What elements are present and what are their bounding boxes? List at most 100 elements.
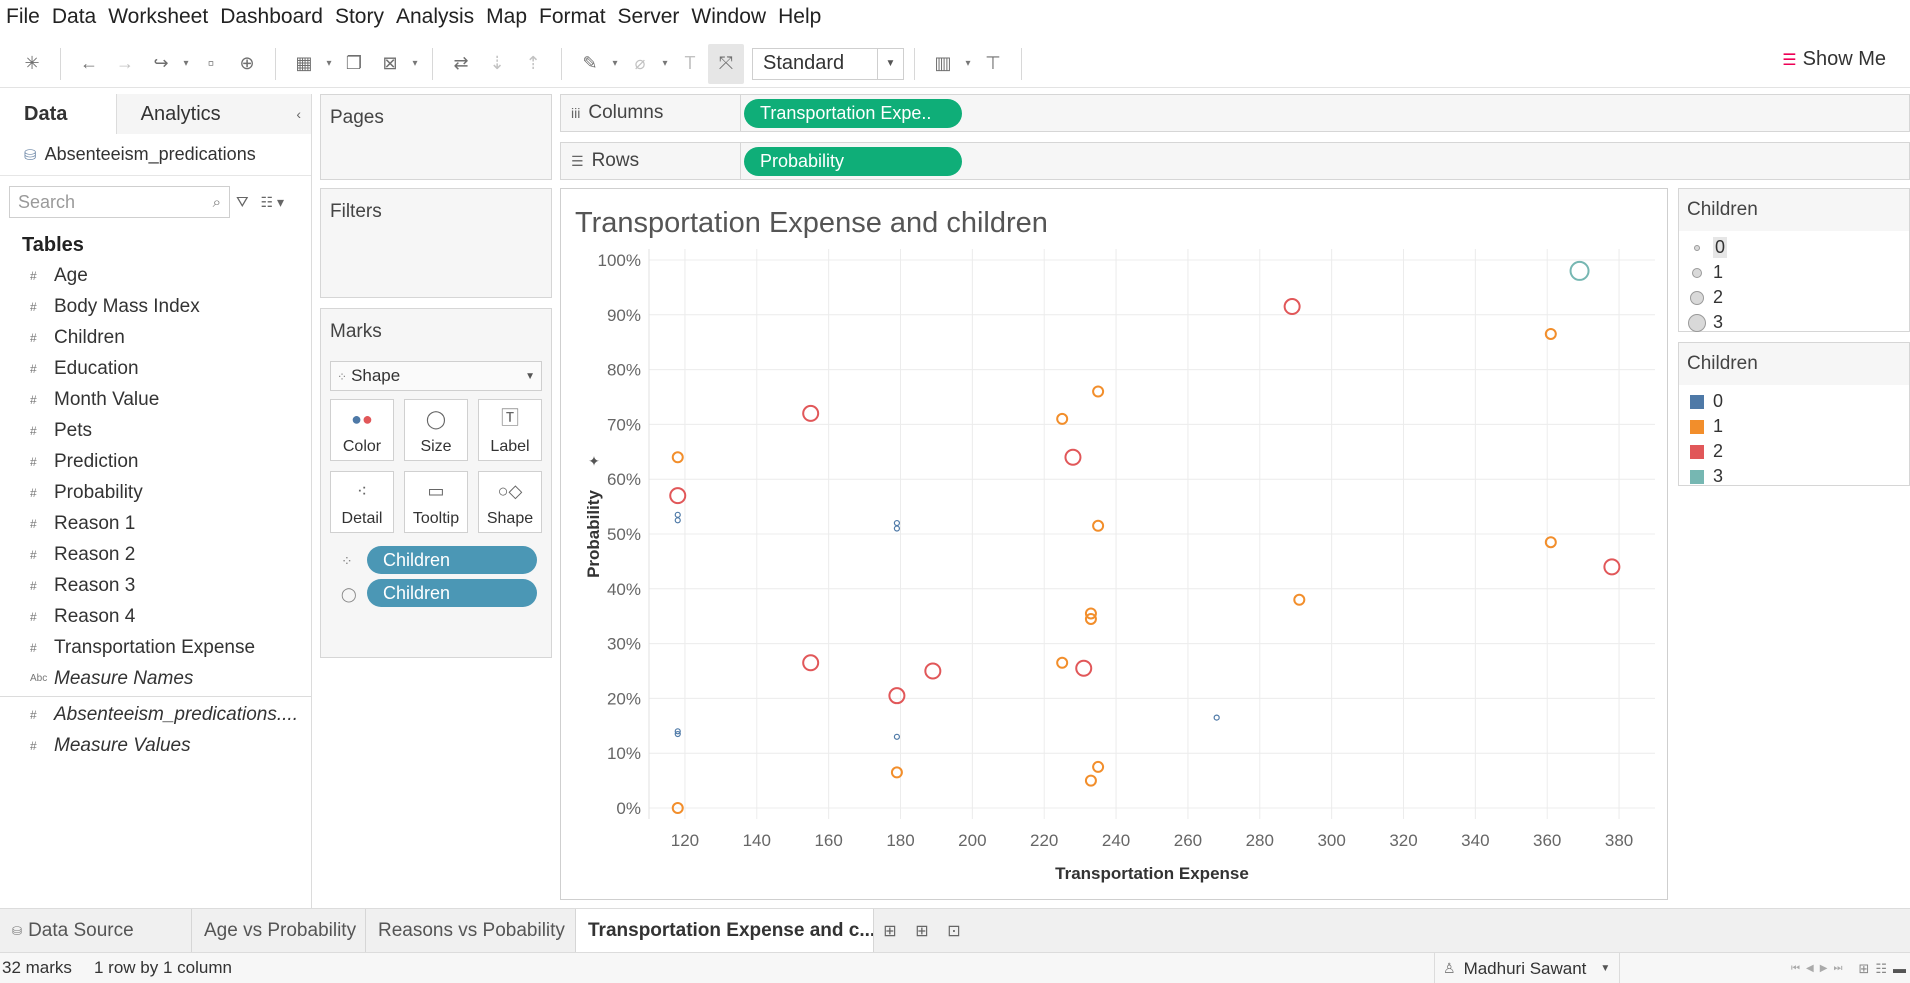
clear-sheet-icon[interactable]: ⊠ xyxy=(372,44,408,84)
field-item[interactable]: # Children xyxy=(0,322,311,353)
tab-analytics[interactable]: Analytics ‹ xyxy=(116,94,311,134)
datasource-item[interactable]: ⛁ Absenteeism_predications xyxy=(0,134,311,176)
prev-sheet-icon[interactable]: ◀ xyxy=(1806,963,1814,974)
field-item[interactable]: # Body Mass Index xyxy=(0,291,311,322)
swap-rows-columns-icon[interactable]: ⇄ xyxy=(443,44,479,84)
show-mark-labels-icon[interactable]: T xyxy=(672,44,708,84)
menu-worksheet[interactable]: Worksheet xyxy=(102,0,214,34)
scatter-point[interactable] xyxy=(1064,448,1082,466)
tooltip-button[interactable]: ▭ Tooltip xyxy=(404,471,468,533)
presentation-mode-icon[interactable]: ⊤ xyxy=(975,44,1011,84)
scatter-point[interactable] xyxy=(1092,760,1105,773)
redo-icon[interactable]: → xyxy=(107,44,143,84)
shape-button[interactable]: ○◇ Shape xyxy=(478,471,542,533)
menu-file[interactable]: File xyxy=(0,0,46,34)
field-item[interactable]: # Reason 2 xyxy=(0,539,311,570)
scatter-point[interactable] xyxy=(802,404,820,422)
sort-descending-icon[interactable]: ⇡ xyxy=(515,44,551,84)
color-legend-item[interactable]: 1 xyxy=(1679,414,1909,439)
scatter-point[interactable] xyxy=(1056,656,1069,669)
menu-data[interactable]: Data xyxy=(46,0,102,34)
menu-format[interactable]: Format xyxy=(533,0,612,34)
scatter-point[interactable] xyxy=(669,487,687,505)
rows-shelf[interactable]: ☰ Rows Probability xyxy=(560,142,1910,180)
duplicate-sheet-icon[interactable]: ❐ xyxy=(336,44,372,84)
scatter-point[interactable] xyxy=(1293,593,1306,606)
field-item[interactable]: # Education xyxy=(0,353,311,384)
scatter-point[interactable] xyxy=(893,733,901,740)
filters-card[interactable]: Filters xyxy=(320,188,552,298)
fit-select[interactable]: Standard ▼ xyxy=(752,47,904,80)
sort-ascending-icon[interactable]: ⇣ xyxy=(479,44,515,84)
clear-sheet-dropdown-icon[interactable]: ▾ xyxy=(408,58,422,69)
field-item[interactable]: # Transportation Expense xyxy=(0,632,311,663)
new-dashboard-icon[interactable]: ⊞ xyxy=(906,909,938,953)
first-sheet-icon[interactable]: ⏮ xyxy=(1791,963,1800,974)
scatter-point[interactable] xyxy=(1213,714,1220,721)
scatter-point[interactable] xyxy=(888,687,906,705)
color-button[interactable]: ●● Color xyxy=(330,399,394,461)
scatter-point[interactable] xyxy=(674,511,681,518)
field-item[interactable]: # Reason 4 xyxy=(0,601,311,632)
scatter-point[interactable] xyxy=(1084,774,1097,787)
menu-story[interactable]: Story xyxy=(329,0,390,34)
new-worksheet-dropdown-icon[interactable]: ▾ xyxy=(322,58,336,69)
scatter-point[interactable] xyxy=(1056,412,1069,425)
detail-button[interactable]: ⁖ Detail xyxy=(330,471,394,533)
group-members-icon[interactable]: ⌀ xyxy=(622,44,658,84)
scatter-point[interactable] xyxy=(924,662,942,680)
tabs-view-icon[interactable]: ▬ xyxy=(1893,961,1906,976)
field-item[interactable]: # Month Value xyxy=(0,384,311,415)
color-legend[interactable]: Children 0 1 2 3 xyxy=(1678,342,1910,486)
scatter-point[interactable] xyxy=(1283,298,1301,316)
size-legend-item[interactable]: 2 xyxy=(1679,285,1909,310)
scatter-point[interactable] xyxy=(893,525,901,532)
scatter-point[interactable] xyxy=(671,451,684,464)
undo-icon[interactable]: ← xyxy=(71,44,107,84)
tableau-logo-icon[interactable]: ✳ xyxy=(14,44,50,84)
scatter-point[interactable] xyxy=(802,654,820,672)
size-legend-item[interactable]: 1 xyxy=(1679,260,1909,285)
marks-pill-size[interactable]: Children xyxy=(367,579,537,607)
save-icon[interactable]: ▫ xyxy=(193,44,229,84)
show-me-button[interactable]: ☰ Show Me xyxy=(1782,48,1886,71)
menu-window[interactable]: Window xyxy=(685,0,772,34)
chart-view[interactable]: 120 140 160 180 200 220 240 260 280 300 320 340 360 3… xyxy=(560,188,1668,900)
highlight-dropdown-icon[interactable]: ▾ xyxy=(608,58,622,69)
field-item[interactable]: # Reason 3 xyxy=(0,570,311,601)
marks-pill-color[interactable]: Children xyxy=(367,546,537,574)
scatter-point[interactable] xyxy=(1569,260,1590,281)
user-menu[interactable]: ♙ Madhuri Sawant ▼ xyxy=(1434,953,1620,983)
color-legend-item[interactable]: 3 xyxy=(1679,464,1909,489)
columns-pill[interactable]: Transportation Expe.. xyxy=(744,98,962,128)
show-cards-icon[interactable]: ▥ xyxy=(925,44,961,84)
menu-analysis[interactable]: Analysis xyxy=(390,0,480,34)
scatter-point[interactable] xyxy=(893,519,901,527)
size-legend-item[interactable]: 3 xyxy=(1679,310,1909,335)
view-options-icon[interactable]: ☷ ▾ xyxy=(261,194,284,211)
tab-sheet-age-vs-probability[interactable]: Age vs Probability xyxy=(192,908,366,953)
size-legend-item[interactable]: 0 xyxy=(1679,235,1909,260)
field-item[interactable]: # Absenteeism_predications.... xyxy=(0,699,311,730)
tab-sheet-transportation-expense[interactable]: Transportation Expense and c... xyxy=(576,908,874,953)
color-legend-item[interactable]: 2 xyxy=(1679,439,1909,464)
replay-dropdown-icon[interactable]: ▾ xyxy=(179,58,193,69)
next-sheet-icon[interactable]: ▶ xyxy=(1820,963,1828,974)
menu-map[interactable]: Map xyxy=(480,0,533,34)
field-item[interactable]: # Prediction xyxy=(0,446,311,477)
label-button[interactable]: 🅃 Label xyxy=(478,399,542,461)
scatter-point[interactable] xyxy=(1603,558,1621,576)
field-item[interactable]: Abc Measure Names xyxy=(0,663,311,694)
menu-help[interactable]: Help xyxy=(772,0,827,34)
size-legend[interactable]: Children 0 1 2 3 xyxy=(1678,188,1910,332)
replay-icon[interactable]: ↪ xyxy=(143,44,179,84)
new-worksheet-icon[interactable]: ⊞ xyxy=(874,909,906,953)
menu-dashboard[interactable]: Dashboard xyxy=(214,0,329,34)
sheet-sorter-icon[interactable]: ⊞ xyxy=(1858,961,1869,977)
new-datasource-icon[interactable]: ⊕ xyxy=(229,44,265,84)
collapse-pane-icon[interactable]: ‹ xyxy=(296,106,301,122)
scatter-point[interactable] xyxy=(1092,385,1105,398)
field-item[interactable]: # Age xyxy=(0,260,311,291)
new-story-icon[interactable]: ⊡ xyxy=(938,909,970,953)
highlight-icon[interactable]: ✎ xyxy=(572,44,608,84)
